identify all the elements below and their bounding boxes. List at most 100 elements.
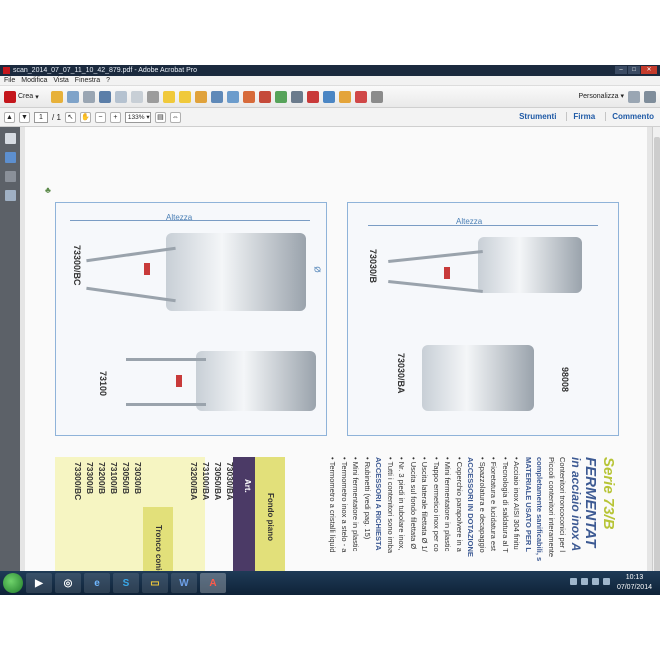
flag-icon[interactable] — [570, 578, 577, 585]
valve-icon — [176, 375, 182, 387]
menu-finestra[interactable]: Finestra — [75, 77, 100, 84]
tank-73030-ba — [422, 345, 534, 411]
description-line: Contenitori troncoconici per l — [558, 457, 567, 553]
maximize-button[interactable]: □ — [628, 66, 640, 74]
upload-icon[interactable] — [82, 90, 95, 103]
taskbar-internet-explorer[interactable]: e — [84, 573, 110, 593]
page-thumbnails-icon[interactable] — [4, 133, 16, 144]
description-line: • Rubinetti (vedi pag. 15) — [362, 457, 372, 540]
cursor-icon[interactable] — [370, 90, 383, 103]
menu-vista[interactable]: Vista — [53, 77, 68, 84]
network-icon[interactable] — [581, 578, 588, 585]
description-line: • Fioretatura e lucidatura est — [489, 457, 498, 551]
form-icon[interactable] — [258, 90, 271, 103]
tab-firma[interactable]: Firma — [566, 112, 595, 121]
attachments-icon[interactable] — [4, 190, 16, 201]
signature-icon[interactable] — [4, 171, 16, 182]
next-page-button[interactable]: ▼ — [19, 111, 30, 123]
menu-help[interactable]: ? — [106, 77, 110, 84]
fit-page-button[interactable]: ▤ — [154, 111, 166, 123]
tank-73300 — [166, 233, 306, 311]
clock[interactable]: 10:13 07/07/2014 — [617, 573, 652, 593]
shield-icon[interactable] — [603, 578, 610, 585]
taskbar-app-2[interactable]: ◎ — [55, 573, 81, 593]
fit-width-button[interactable]: ⇔ — [169, 111, 181, 123]
customize-menu[interactable]: Personalizza ▾ — [578, 92, 624, 100]
stamp-icon[interactable] — [210, 90, 223, 103]
tank-leg — [86, 246, 176, 263]
description-line: • Uscita sul fondo filettata Ø — [408, 457, 418, 550]
zoom-out-button[interactable]: − — [94, 111, 106, 123]
save-icon[interactable] — [66, 90, 79, 103]
share-icon[interactable] — [322, 90, 335, 103]
close-button[interactable]: ✕ — [641, 66, 657, 74]
diameter-symbol: Ø — [312, 266, 322, 273]
description-line: • Mini fermentatore in plastic — [351, 457, 360, 552]
expand-icon[interactable] — [644, 91, 656, 103]
tank-leg — [388, 280, 483, 293]
page-number-input[interactable]: 1 — [34, 111, 48, 123]
taskbar-media-player[interactable]: ▶ — [26, 573, 52, 593]
description-line: • Termometro inox a stelo - a — [339, 457, 349, 553]
taskbar-word[interactable]: W — [171, 573, 197, 593]
navigation-pane — [0, 127, 20, 595]
volume-icon[interactable] — [592, 578, 599, 585]
pin-icon[interactable] — [628, 91, 640, 103]
taskbar-explorer[interactable]: ▭ — [142, 573, 168, 593]
image-icon[interactable] — [274, 90, 287, 103]
menu-modifica[interactable]: Modifica — [21, 77, 47, 84]
clock-time: 10:13 — [625, 574, 644, 581]
scrollbar-thumb[interactable] — [654, 137, 660, 577]
print-icon[interactable] — [98, 90, 111, 103]
table-row: 73030/BA — [225, 462, 235, 501]
table-row: 73050/BA — [213, 462, 223, 501]
email-icon[interactable] — [130, 90, 143, 103]
tab-strumenti[interactable]: Strumenti — [513, 112, 556, 121]
open-folder-icon[interactable] — [50, 90, 63, 103]
attach-icon[interactable] — [226, 90, 239, 103]
edit-icon[interactable] — [114, 90, 127, 103]
description-line: • Spazzolatura e decapaggio — [477, 457, 487, 553]
tank-leg — [126, 403, 206, 406]
zoom-select[interactable]: 133% ▾ — [124, 111, 151, 123]
menu-file[interactable]: File — [4, 77, 15, 84]
description-line: • Termometro a cristalli liquid — [328, 457, 337, 553]
bookmarks-icon[interactable] — [4, 152, 16, 163]
valve-icon — [444, 267, 450, 279]
home-icon[interactable] — [242, 90, 255, 103]
model-73030-b: 73030/B — [368, 249, 378, 284]
dimension-line-right — [368, 225, 598, 226]
tab-commento[interactable]: Commento — [605, 112, 654, 121]
page-marker-icon: ♣ — [45, 185, 51, 195]
start-button[interactable] — [3, 573, 23, 593]
hand-tool-button[interactable]: ✋ — [79, 111, 91, 123]
table-icon[interactable] — [290, 90, 303, 103]
taskbar-acrobat[interactable]: A — [200, 573, 226, 593]
create-button[interactable]: Crea ▾ — [4, 90, 39, 103]
table-row: 73050/B — [121, 462, 131, 495]
pdf-export-icon[interactable] — [306, 90, 319, 103]
sticky-note-icon[interactable] — [178, 90, 191, 103]
highlight-icon[interactable] — [194, 90, 207, 103]
model-73030-ba: 73030/BA — [396, 353, 406, 394]
taskbar-skype[interactable]: S — [113, 573, 139, 593]
select-tool-button[interactable]: ↖ — [64, 111, 76, 123]
crop-icon[interactable] — [354, 90, 367, 103]
document-viewport[interactable]: ♣ Altezza 73300/BC 73100 Ø Altezza 73030… — [20, 127, 652, 595]
pdf-page: ♣ Altezza 73300/BC 73100 Ø Altezza 73030… — [25, 127, 647, 595]
diagram-right: Altezza 73030/B 73030/BA 98008 — [347, 202, 619, 436]
prev-page-button[interactable]: ▲ — [4, 111, 15, 123]
title-line-2: in acciaio inox A — [569, 457, 583, 552]
table-row: 73300/B — [85, 462, 95, 495]
settings-gear-icon[interactable] — [146, 90, 159, 103]
description-line: • Coperchio parapolvere in a — [454, 457, 464, 552]
description-line: • Uscita laterale filettata Ø 1/ — [420, 457, 429, 552]
comment-icon[interactable] — [162, 90, 175, 103]
vertical-scrollbar[interactable] — [652, 127, 660, 595]
lock-icon[interactable] — [338, 90, 351, 103]
navigation-toolbar: ▲ ▼ 1 / 1 ↖ ✋ − + 133% ▾ ▤ ⇔ Strumenti F… — [0, 108, 660, 127]
minimize-button[interactable]: – — [615, 66, 627, 74]
zoom-in-button[interactable]: + — [109, 111, 121, 123]
diagram-left: Altezza 73300/BC 73100 Ø — [55, 202, 327, 436]
table-row: 73100/B — [109, 462, 119, 495]
